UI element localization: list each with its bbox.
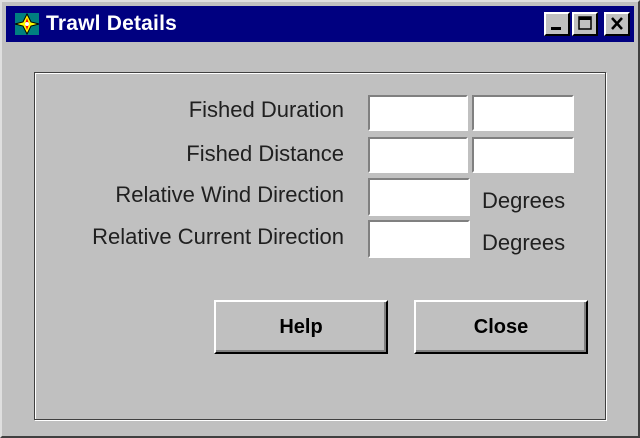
relative-current-direction-label: Relative Current Direction bbox=[92, 224, 344, 249]
maximize-button[interactable] bbox=[572, 12, 598, 36]
fished-duration-label: Fished Duration bbox=[188, 97, 344, 122]
minimize-button[interactable] bbox=[544, 12, 570, 36]
fished-duration-field-2[interactable] bbox=[472, 95, 574, 131]
wind-degrees-unit: Degrees bbox=[482, 188, 566, 213]
window-title: Trawl Details bbox=[46, 12, 177, 35]
relative-wind-direction-label: Relative Wind Direction bbox=[115, 182, 344, 207]
maximize-icon bbox=[578, 16, 592, 30]
close-button[interactable]: Close bbox=[414, 300, 588, 354]
fished-duration-field-1[interactable] bbox=[368, 95, 468, 131]
close-icon bbox=[611, 17, 623, 30]
minimize-icon bbox=[551, 27, 561, 30]
close-window-button[interactable] bbox=[604, 12, 630, 36]
fished-distance-field-2[interactable] bbox=[472, 137, 574, 173]
fished-distance-label: Fished Distance bbox=[186, 141, 344, 166]
relative-wind-direction-field[interactable] bbox=[368, 178, 470, 216]
title-bar[interactable]: Trawl Details bbox=[6, 6, 634, 42]
relative-current-direction-field[interactable] bbox=[368, 220, 470, 258]
help-button[interactable]: Help bbox=[214, 300, 388, 354]
compass-app-icon[interactable] bbox=[14, 12, 40, 36]
current-degrees-unit: Degrees bbox=[482, 230, 566, 255]
fished-distance-field-1[interactable] bbox=[368, 137, 468, 173]
trawl-details-window: Trawl Details Fished Duration Fished Dis… bbox=[0, 0, 640, 438]
